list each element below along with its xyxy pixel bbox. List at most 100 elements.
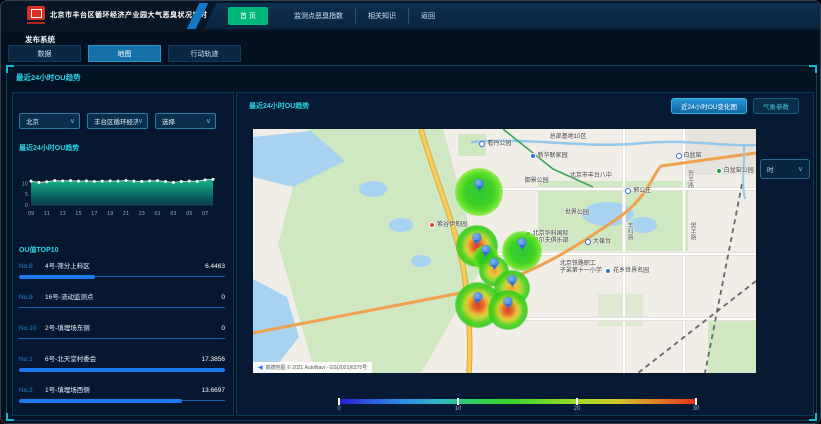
- panel-corner-accent: [809, 65, 817, 73]
- map-pin-icon[interactable]: [490, 258, 499, 267]
- svg-text:11: 11: [44, 211, 50, 217]
- top-bar: 北京市丰台区循环经济产业园大气恶臭状况实时 首 页监测点恶臭指数相关知识返回: [1, 1, 820, 31]
- publish-tab-3[interactable]: 行动轨迹: [168, 45, 241, 62]
- map-label-text: 樊羊路: [688, 222, 695, 240]
- map-label: 北京市丰台八中: [570, 173, 612, 180]
- ou-value: 0: [221, 325, 225, 332]
- blue-poi-icon: [530, 153, 536, 159]
- map-view-button-2[interactable]: 气象参数: [753, 98, 799, 114]
- filter-selects: 北京∨丰台区循环经济产∨选择∨: [19, 113, 216, 129]
- map-pin-icon[interactable]: [504, 297, 513, 306]
- svg-text:03: 03: [170, 211, 176, 217]
- ou-trend-chart: 0911131517192123010305070510: [15, 167, 229, 219]
- map-label: 看丹公园: [479, 141, 511, 148]
- rank-label: No.8: [19, 263, 45, 270]
- nav-tab-4[interactable]: 返回: [408, 8, 447, 24]
- svg-text:10: 10: [22, 182, 28, 188]
- map-attribution-text: 高德地图 © 2021 AutoNavi - GS(2021)6375号: [266, 364, 368, 371]
- svg-text:07: 07: [202, 211, 208, 217]
- site-name: 4号-筛分上料区: [45, 260, 205, 270]
- progress-bar: [19, 303, 225, 310]
- publish-tab-1[interactable]: 数据: [8, 45, 81, 62]
- metro-poi-icon: [676, 153, 682, 159]
- map-label-text: 花乡世界名园: [613, 268, 649, 275]
- map-panel: 最近24小时OU趋势 近24小时OU变化图气象参数: [236, 92, 814, 416]
- map-pin-icon[interactable]: [473, 292, 482, 301]
- progress-fill: [19, 399, 182, 403]
- map-label: 郭公庄: [625, 188, 651, 195]
- legend-tick-mark: [338, 398, 340, 405]
- progress-bar: [19, 365, 225, 372]
- top10-item[interactable]: No.84号-筛分上料区6.4463: [19, 256, 225, 287]
- panel-title: 最近24小时OU趋势: [16, 72, 81, 83]
- heat-legend-gradient: [339, 399, 696, 404]
- top10-item[interactable]: No.102号-填埋场东侧0: [19, 318, 225, 349]
- legend-tick-label: 30: [693, 406, 700, 412]
- map-label-text: 世界公园: [565, 210, 589, 217]
- svg-text:19: 19: [107, 211, 113, 217]
- svg-text:23: 23: [139, 211, 145, 217]
- top10-item[interactable]: No.16号-北天堂村委会17.3856: [19, 349, 225, 380]
- progress-fill: [19, 368, 225, 372]
- map-label-text: 丰科路: [625, 222, 632, 240]
- filter-select-1[interactable]: 北京∨: [19, 113, 80, 129]
- map-pin-icon[interactable]: [518, 238, 527, 247]
- select-value: 选择: [162, 116, 206, 126]
- metro-poi-icon: [479, 141, 485, 147]
- time-unit-value: 时: [767, 164, 798, 174]
- map-pin-icon[interactable]: [481, 245, 490, 254]
- map-label: 白盆窑公园: [716, 168, 754, 175]
- map-panel-title: 最近24小时OU趋势: [249, 101, 309, 111]
- panel-corner-accent: [6, 65, 14, 73]
- progress-bar: [19, 272, 225, 279]
- svg-text:13: 13: [59, 211, 65, 217]
- map-label: 总部基地10区: [550, 134, 587, 141]
- ou-top10-list[interactable]: No.84号-筛分上料区6.4463No.916号-流动监测点0No.102号-…: [19, 256, 225, 411]
- amap-logo-icon: ◀: [258, 365, 263, 371]
- map-label-text: 看丹公园: [487, 141, 511, 148]
- map-canvas[interactable]: ◀ 高德地图 © 2021 AutoNavi - GS(2021)6375号 看…: [253, 129, 756, 373]
- map-attribution: ◀ 高德地图 © 2021 AutoNavi - GS(2021)6375号: [253, 362, 372, 373]
- map-pin-icon[interactable]: [508, 275, 517, 284]
- top10-item[interactable]: No.916号-流动监测点0: [19, 287, 225, 318]
- map-label: 世界公园: [565, 210, 589, 217]
- site-name: 2号-填埋场东侧: [45, 322, 221, 332]
- map-label-text: 白盆窑公园: [724, 168, 754, 175]
- legend-tick-label: 0: [337, 406, 340, 412]
- progress-bar: [19, 334, 225, 341]
- map-view-button-1[interactable]: 近24小时OU变化图: [671, 98, 747, 114]
- nav-tab-3[interactable]: 相关知识: [355, 8, 408, 24]
- nav-tab-2[interactable]: 监测点恶臭指数: [282, 8, 355, 24]
- map-label-text: 贺羊路: [686, 170, 693, 188]
- legend-tick-mark: [695, 398, 697, 405]
- publish-tabs: 数据地图行动轨迹: [8, 45, 241, 62]
- site-name: 1号-填埋场西侧: [45, 384, 202, 394]
- main-panel: 最近24小时OU趋势 北京∨丰台区循环经济产∨选择∨ 最近24小时OU趋势 09…: [6, 65, 817, 421]
- filter-select-2[interactable]: 丰台区循环经济产∨: [87, 113, 148, 129]
- publish-tab-2[interactable]: 地图: [88, 45, 161, 62]
- nav-tab-1[interactable]: 首 页: [228, 7, 268, 25]
- chart-title: 最近24小时OU趋势: [19, 143, 79, 153]
- map-label-text: 白盆窑: [684, 153, 702, 160]
- map-pin-icon[interactable]: [475, 179, 484, 188]
- legend-tick-label: 20: [574, 406, 581, 412]
- progress-track: [19, 307, 225, 308]
- map-label-text: 紫谷伊甸园: [437, 222, 467, 229]
- ou-value: 0: [221, 294, 225, 301]
- map-label-text: 北京市丰台八中: [570, 173, 612, 180]
- legend-tick-mark: [576, 398, 578, 405]
- red-poi-icon: [429, 222, 435, 228]
- top10-item[interactable]: No.21号-填埋场西侧13.6697: [19, 380, 225, 411]
- chevron-down-icon: ∨: [138, 118, 143, 125]
- map-pin-icon[interactable]: [472, 233, 481, 242]
- time-unit-select[interactable]: 时 ∨: [760, 159, 810, 179]
- app-root: 北京市丰台区循环经济产业园大气恶臭状况实时 首 页监测点恶臭指数相关知识返回 发…: [0, 0, 821, 424]
- rank-label: No.10: [19, 325, 45, 332]
- map-label: 花乡世界名园: [605, 268, 649, 275]
- filter-select-3[interactable]: 选择∨: [155, 113, 216, 129]
- chevron-down-icon: ∨: [206, 118, 211, 125]
- svg-text:15: 15: [75, 211, 81, 217]
- app-title: 北京市丰台区循环经济产业园大气恶臭状况实时: [50, 10, 208, 20]
- legend-tick-mark: [457, 398, 459, 405]
- chevron-down-icon: ∨: [70, 118, 75, 125]
